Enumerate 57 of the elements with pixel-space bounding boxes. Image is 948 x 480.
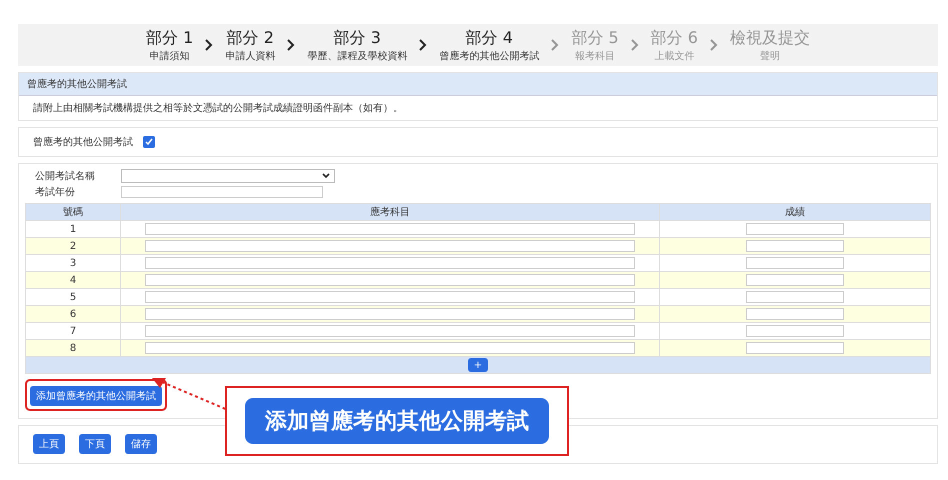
subject-field[interactable] [145,257,635,269]
step-title[interactable]: 部分 1 [146,28,194,48]
step-subtitle: 曾應考的其他公開考試 [439,50,540,62]
column-header: 號碼 [26,204,120,220]
step-title[interactable]: 部分 6 [650,28,698,48]
grade-field[interactable] [746,257,844,269]
step-subtitle: 學歷、課程及學校資料 [307,50,408,62]
subject-field[interactable] [145,291,635,303]
chevron-icon [419,39,428,51]
subject-field[interactable] [145,342,635,354]
grade-field[interactable] [746,223,844,235]
chevron-icon [205,39,214,51]
exam-year-label: 考試年份 [35,186,76,199]
caret-icon [322,173,330,179]
subject-field[interactable] [145,223,635,235]
column-header: 應考科目 [120,204,660,220]
nav-button[interactable]: 上頁 [33,434,65,454]
step-title[interactable]: 部分 3 [334,28,381,48]
row-number: 6 [26,306,120,322]
grade-field[interactable] [746,291,844,303]
step-title[interactable]: 部分 5 [571,28,619,48]
add-row-button[interactable]: + [468,358,488,372]
chevron-icon [710,39,718,51]
step-subtitle: 上載文件 [654,50,694,62]
grade-field[interactable] [746,342,844,354]
step-title[interactable]: 檢視及提交 [730,28,810,48]
grade-field[interactable] [746,308,844,320]
exam-year-field[interactable] [121,186,323,198]
grade-field[interactable] [746,240,844,252]
section-title: 曾應考的其他公開考試 [19,73,937,96]
nav-button[interactable]: 儲存 [125,434,157,454]
column-header: 成績 [660,204,930,220]
step-subtitle: 申請人資料 [225,50,276,62]
subject-field[interactable] [145,325,635,337]
add-exam-button[interactable]: 添加曾應考的其他公開考試 [30,386,162,406]
subject-field[interactable] [145,274,635,286]
exam-name-dropdown[interactable] [121,169,335,183]
step-title[interactable]: 部分 2 [226,28,274,48]
row-number: 4 [26,272,120,288]
checkbox[interactable] [143,136,155,148]
grade-field[interactable] [746,325,844,337]
step-subtitle: 聲明 [760,50,780,62]
instruction-text: 請附上由相關考試機構提供之相等於文憑試的公開考試成績證明函件副本（如有）。 [32,102,404,116]
chevron-icon [551,39,560,51]
step-subtitle: 報考科目 [574,50,615,62]
row-number: 8 [26,340,120,356]
step-title[interactable]: 部分 4 [466,28,513,48]
checkbox-label: 曾應考的其他公開考試 [33,136,133,149]
exam-name-label: 公開考試名稱 [35,170,96,183]
grade-field[interactable] [746,274,844,286]
subject-field[interactable] [145,308,635,320]
step-subtitle: 申請須知 [150,50,190,62]
chevron-icon [287,39,296,51]
nav-button[interactable]: 下頁 [79,434,111,454]
row-number: 2 [26,238,120,254]
chevron-icon [630,39,639,51]
subject-field[interactable] [145,240,635,252]
